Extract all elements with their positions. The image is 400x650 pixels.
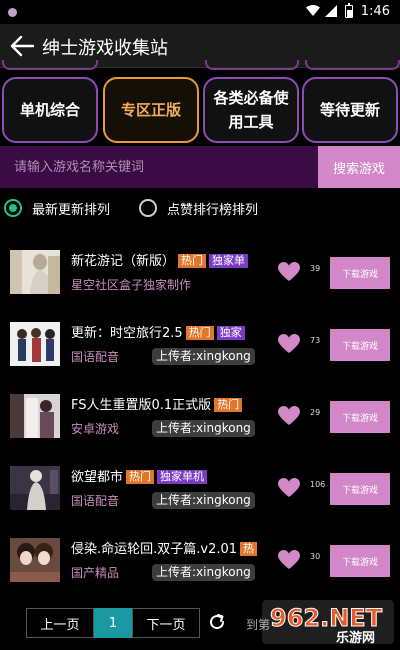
game-thumbnail xyxy=(10,394,60,438)
hot-tag: 热 xyxy=(240,542,258,556)
game-subtitle: 国语配音 xyxy=(71,350,120,364)
uploader-badge: 上传者:xingkong xyxy=(152,348,255,365)
pagination: 上一页 1 下一页 xyxy=(26,608,200,638)
notification-dot-icon xyxy=(8,8,17,17)
uploader-badge: 上传者:xingkong xyxy=(152,420,255,437)
search-input[interactable] xyxy=(0,146,318,188)
back-arrow-icon[interactable] xyxy=(10,35,34,57)
download-button[interactable]: 下载游戏 xyxy=(330,257,390,289)
game-title: FS人生重置版0.1正式版 热门 xyxy=(71,394,243,413)
sort-latest-radio[interactable]: 最新更新排列 xyxy=(4,198,110,218)
wifi-icon xyxy=(306,5,320,16)
download-button[interactable]: 下载游戏 xyxy=(330,329,390,361)
watermark-logo: 962.NET 乐游网 xyxy=(262,600,394,646)
uploader-badge: 上传者:xingkong xyxy=(152,492,255,509)
hot-tag: 热门 xyxy=(185,326,214,340)
game-subtitle: 国产精品 xyxy=(71,566,120,580)
heart-icon[interactable] xyxy=(278,550,300,570)
game-thumbnail xyxy=(10,466,60,510)
game-thumbnail xyxy=(10,538,60,582)
like-count: 73 xyxy=(310,336,321,345)
game-title: 新花游记（新版） 热门 独家单 xyxy=(71,250,249,269)
current-page-button[interactable]: 1 xyxy=(94,608,132,638)
heart-icon[interactable] xyxy=(278,478,300,498)
sort-likes-radio[interactable]: 点赞排行榜排列 xyxy=(139,198,258,218)
game-subtitle: 星空社区盒子独家制作 xyxy=(71,278,192,292)
page-title: 绅士游戏收集站 xyxy=(42,38,168,59)
heart-icon[interactable] xyxy=(278,406,300,426)
like-count: 30 xyxy=(310,552,321,561)
like-count: 106 xyxy=(310,480,326,489)
like-count: 39 xyxy=(310,264,321,273)
game-thumbnail xyxy=(10,322,60,366)
battery-icon xyxy=(345,3,353,18)
tab-official-zone[interactable]: 专区正版 xyxy=(103,77,199,143)
prev-page-button[interactable]: 上一页 xyxy=(26,608,94,638)
hot-tag: 热门 xyxy=(178,254,207,268)
like-count: 29 xyxy=(310,408,321,417)
hot-tag: 热门 xyxy=(126,470,155,484)
next-page-button[interactable]: 下一页 xyxy=(132,608,200,638)
search-bar: 搜索游戏 xyxy=(0,146,400,188)
refresh-icon[interactable] xyxy=(207,612,227,632)
game-title: 侵染.命运轮回.双子篇.v2.01 热 xyxy=(71,538,258,557)
svg-text:962.NET: 962.NET xyxy=(270,604,383,632)
game-title: 更新：时空旅行2.5 热门 独家 xyxy=(71,322,245,341)
radio-checked-icon xyxy=(4,199,22,217)
game-subtitle: 安卓游戏 xyxy=(71,422,120,436)
game-subtitle: 国语配音 xyxy=(71,494,120,508)
download-button[interactable]: 下载游戏 xyxy=(330,401,390,433)
scrolled-tab-edge xyxy=(205,60,299,70)
tab-essential-tools[interactable]: 各类必备使用工具 xyxy=(203,77,299,143)
scrolled-tab-edge xyxy=(305,60,400,70)
status-time: 1:46 xyxy=(360,4,390,19)
list-item[interactable]: 欲望都市 热门 独家单机 国语配音 上传者:xingkong 106 下载游戏 xyxy=(0,452,400,524)
tab-pending-updates[interactable]: 等待更新 xyxy=(302,77,398,143)
exclusive-tag: 独家单 xyxy=(209,254,249,268)
list-item[interactable]: FS人生重置版0.1正式版 热门 安卓游戏 上传者:xingkong 29 下载游… xyxy=(0,380,400,452)
download-button[interactable]: 下载游戏 xyxy=(330,545,390,577)
list-item[interactable]: 新花游记（新版） 热门 独家单 星空社区盒子独家制作 39 下载游戏 xyxy=(0,236,400,308)
list-item[interactable]: 侵染.命运轮回.双子篇.v2.01 热 国产精品 上传者:xingkong 30 … xyxy=(0,524,400,596)
list-item[interactable]: 更新：时空旅行2.5 热门 独家 国语配音 上传者:xingkong 73 下载游戏 xyxy=(0,308,400,380)
tab-single-player[interactable]: 单机综合 xyxy=(2,77,98,143)
uploader-badge: 上传者:xingkong xyxy=(152,564,255,581)
scrolled-tab-edge xyxy=(2,60,98,70)
heart-icon[interactable] xyxy=(278,262,300,282)
hot-tag: 热门 xyxy=(214,398,243,412)
exclusive-tag: 独家 xyxy=(216,326,245,340)
status-bar: 1:46 xyxy=(0,0,400,24)
download-button[interactable]: 下载游戏 xyxy=(330,473,390,505)
exclusive-tag: 独家单机 xyxy=(157,470,208,484)
cellular-signal-icon xyxy=(325,5,337,17)
heart-icon[interactable] xyxy=(278,334,300,354)
game-title: 欲望都市 热门 独家单机 xyxy=(71,466,208,485)
search-button[interactable]: 搜索游戏 xyxy=(318,146,400,188)
game-thumbnail xyxy=(10,250,60,294)
radio-unchecked-icon xyxy=(139,199,157,217)
svg-text:乐游网: 乐游网 xyxy=(336,630,375,646)
